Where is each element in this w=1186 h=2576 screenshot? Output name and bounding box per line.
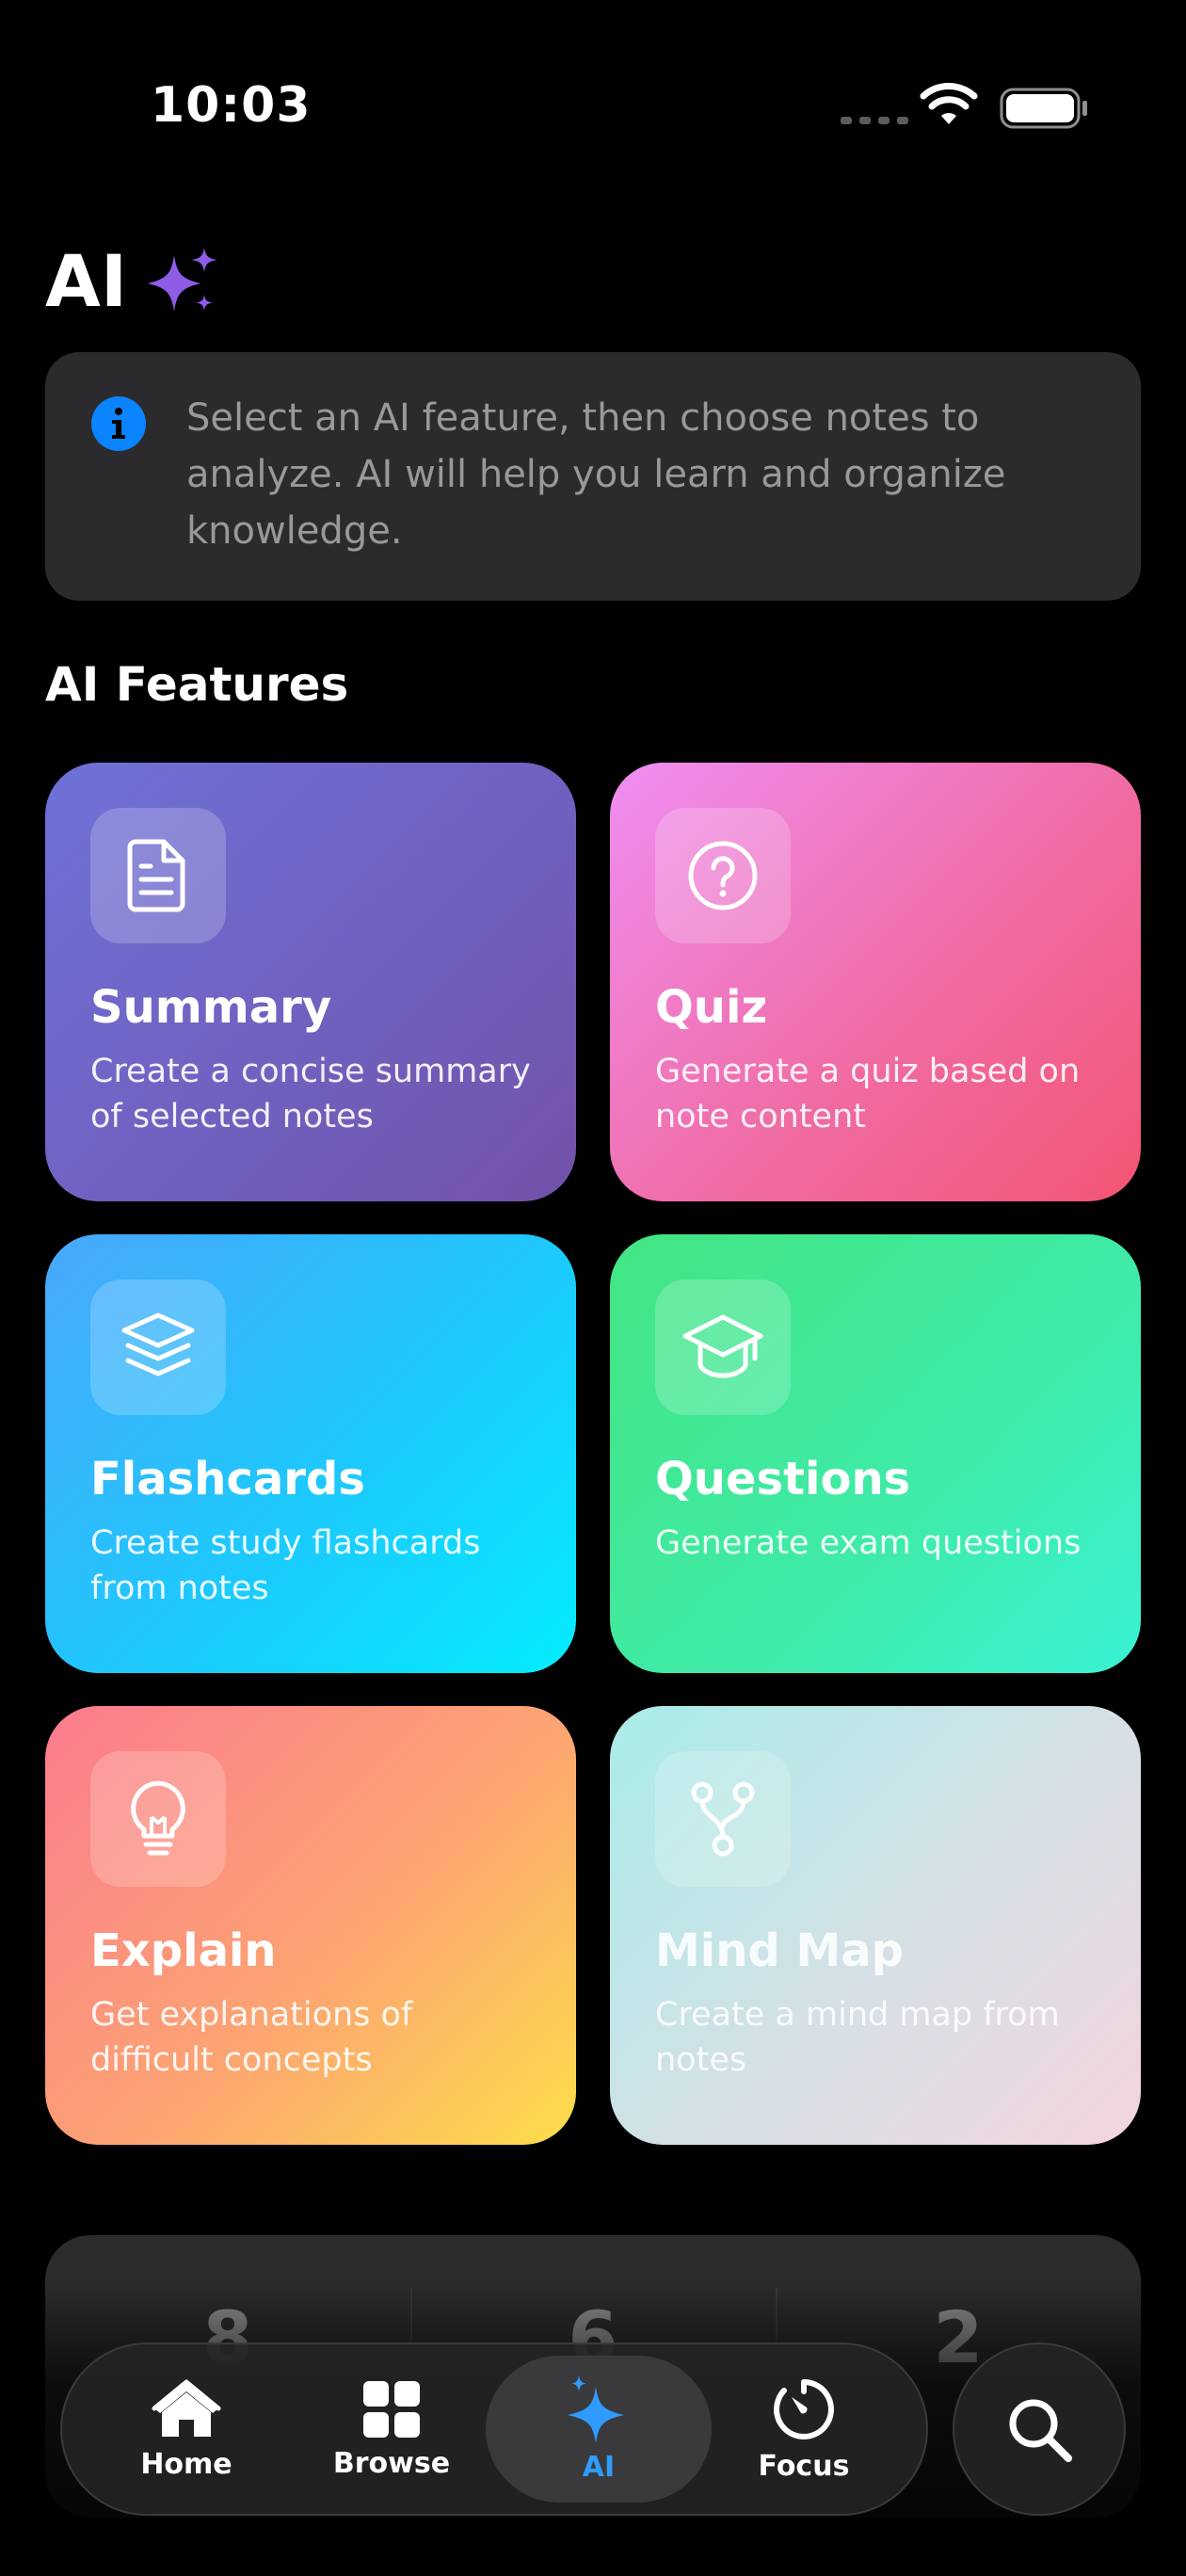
graduation-cap-icon (682, 1314, 763, 1378)
feature-title: Explain (90, 1924, 277, 1977)
tab-label: AI (582, 2450, 616, 2484)
wifi-icon (920, 83, 978, 124)
cellular-signal-icon (841, 117, 908, 124)
tab-label: Browse (332, 2446, 451, 2480)
feature-card-summary[interactable]: Summary Create a concise summary of sele… (45, 763, 576, 1201)
tab-home[interactable]: Home (92, 2344, 280, 2514)
page-title: AI (45, 239, 221, 323)
feature-card-explain[interactable]: Explain Get explanations of difficult co… (45, 1706, 576, 2145)
tab-label: Home (140, 2447, 232, 2481)
icon-tile (90, 1280, 226, 1415)
tab-ai[interactable]: AI (505, 2344, 693, 2514)
icon-tile (655, 1280, 791, 1415)
feature-title: Questions (655, 1453, 911, 1505)
lightbulb-icon (131, 1780, 185, 1856)
feature-title: Flashcards (90, 1453, 365, 1505)
feature-card-mind-map[interactable]: Mind Map Create a mind map from notes (610, 1706, 1141, 2145)
section-title: AI Features (45, 657, 349, 712)
question-circle-icon (688, 841, 758, 910)
sparkles-icon (568, 2375, 624, 2443)
tab-focus[interactable]: Focus (710, 2344, 898, 2514)
sparkles-icon (148, 247, 218, 312)
document-icon (127, 839, 185, 912)
search-button[interactable] (953, 2343, 1126, 2516)
feature-card-quiz[interactable]: Quiz Generate a quiz based on note conte… (610, 763, 1141, 1201)
battery-icon (1000, 88, 1087, 129)
branch-icon (691, 1781, 755, 1857)
stack-icon (121, 1312, 195, 1377)
page-title-text: AI (45, 239, 128, 323)
timer-icon (774, 2378, 834, 2439)
info-icon (91, 396, 146, 451)
ai-screen: 10:03 AI Select an AI feature, then choo… (0, 0, 1186, 2576)
search-icon (1009, 2399, 1072, 2462)
icon-tile (655, 808, 791, 943)
tab-bar: Home Browse AI Focus (60, 2343, 928, 2516)
feature-description: Generate a quiz based on note content (655, 1053, 1081, 1135)
feature-description: Create a mind map from notes (655, 1996, 1060, 2079)
tab-label: Focus (758, 2449, 850, 2483)
info-card: Select an AI feature, then choose notes … (45, 352, 1141, 601)
feature-title: Summary (90, 981, 332, 1034)
icon-tile (90, 808, 226, 943)
info-text: Select an AI feature, then choose notes … (186, 396, 1006, 553)
feature-card-flashcards[interactable]: Flashcards Create study flashcards from … (45, 1234, 576, 1673)
feature-description: Create study flashcards from notes (90, 1524, 481, 1607)
status-time: 10:03 (151, 77, 312, 134)
grid-icon (363, 2380, 420, 2438)
feature-description: Create a concise summary of selected not… (90, 1053, 531, 1135)
tab-browse[interactable]: Browse (297, 2344, 486, 2514)
icon-tile (655, 1751, 791, 1887)
house-icon (152, 2379, 221, 2437)
feature-card-questions[interactable]: Questions Generate exam questions (610, 1234, 1141, 1673)
icon-tile (90, 1751, 226, 1887)
feature-title: Quiz (655, 981, 768, 1034)
feature-description: Generate exam questions (655, 1524, 1082, 1562)
feature-title: Mind Map (655, 1924, 904, 1977)
feature-description: Get explanations of difficult concepts (90, 1996, 413, 2079)
